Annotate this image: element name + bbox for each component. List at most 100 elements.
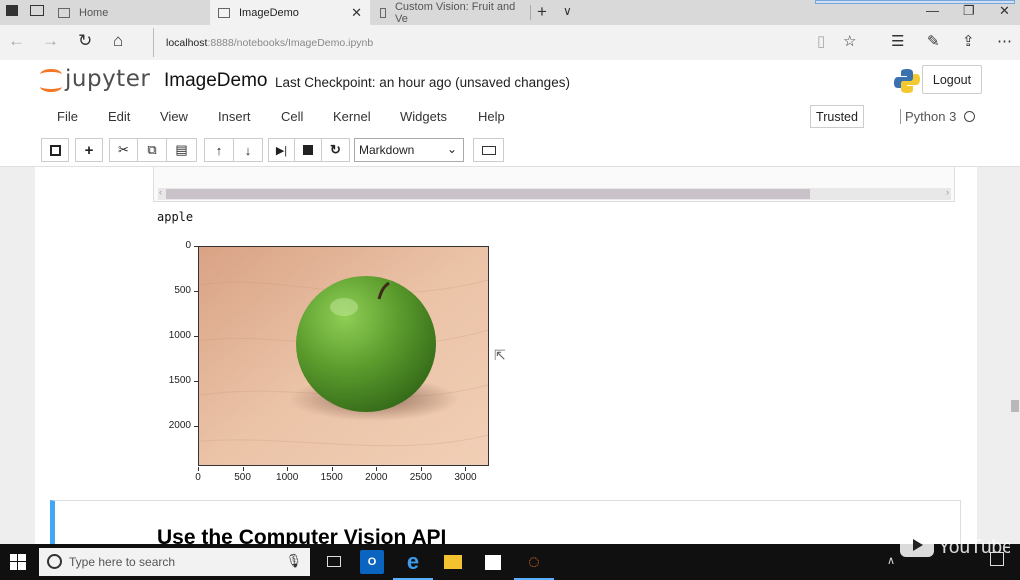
copy-icon: ⧉	[147, 142, 157, 157]
scrollbar-thumb[interactable]	[1011, 400, 1019, 412]
jupyter-logo[interactable]: jupyter	[40, 66, 150, 92]
reading-view-icon[interactable]: ▯	[817, 32, 825, 50]
move-up-button[interactable]: ↑	[204, 138, 234, 162]
task-view-icon[interactable]	[322, 550, 346, 574]
url-host: localhost	[166, 36, 208, 49]
x-tick-label: 0	[195, 472, 201, 483]
move-down-button[interactable]: ↓	[233, 138, 263, 162]
minimize-icon[interactable]: —	[926, 3, 939, 18]
jupyter-taskbar-icon[interactable]: ◌	[514, 550, 554, 580]
y-tick	[194, 380, 198, 382]
forward-arrow-icon[interactable]: →	[42, 31, 59, 51]
tab-preview-chevron-icon[interactable]: ∨	[563, 4, 572, 18]
page-icon	[380, 7, 386, 18]
menu-insert[interactable]: Insert	[218, 109, 251, 124]
scrollbar-thumb[interactable]	[166, 189, 810, 199]
checkpoint-status: Last Checkpoint: an hour ago (unsaved ch…	[275, 75, 570, 90]
set-aside-tabs-icon[interactable]	[30, 5, 44, 16]
tab-label: Home	[79, 6, 109, 19]
y-tick-label: 1000	[168, 329, 191, 341]
close-window-icon[interactable]: ✕	[999, 3, 1010, 19]
logout-button[interactable]: Logout	[922, 65, 982, 94]
keyboard-icon	[481, 145, 496, 155]
scissors-icon: ✂	[118, 142, 129, 157]
plot-area	[198, 246, 489, 466]
web-note-icon[interactable]: ✎	[927, 32, 940, 50]
x-tick-label: 3000	[454, 472, 477, 483]
vertical-scrollbar[interactable]	[1008, 167, 1020, 544]
run-button[interactable]: ▶|	[268, 138, 295, 162]
search-placeholder: Type here to search	[69, 555, 176, 569]
paste-icon: ▤	[175, 142, 188, 157]
insert-cell-button[interactable]: +	[75, 138, 103, 162]
microphone-icon[interactable]: 🎙	[285, 553, 302, 569]
save-button[interactable]	[41, 138, 69, 162]
kernel-status-icon	[964, 111, 975, 122]
jupyter-header: jupyter ImageDemo Last Checkpoint: an ho…	[0, 60, 1020, 101]
favorite-star-icon[interactable]: ☆	[843, 32, 856, 50]
new-tab-icon[interactable]: +	[537, 2, 547, 22]
notebook-name[interactable]: ImageDemo	[164, 70, 268, 92]
arrow-down-icon: ↓	[244, 142, 252, 158]
menu-help[interactable]: Help	[478, 109, 505, 124]
home-icon[interactable]: ⌂	[113, 31, 123, 51]
x-tick	[331, 467, 333, 471]
scroll-right-icon[interactable]: ›	[946, 187, 949, 197]
restart-button[interactable]: ↻	[321, 138, 350, 162]
tab-custom-vision[interactable]: Custom Vision: Fruit and Ve	[372, 0, 530, 25]
store-icon[interactable]	[481, 550, 505, 574]
copy-button[interactable]: ⧉	[137, 138, 167, 162]
back-arrow-icon[interactable]: ←	[8, 31, 25, 51]
page-icon	[58, 7, 70, 18]
scroll-left-icon[interactable]: ‹	[159, 187, 162, 197]
x-tick-label: 2500	[409, 472, 432, 483]
x-tick	[287, 467, 289, 471]
menu-edit[interactable]: Edit	[108, 109, 130, 124]
more-icon[interactable]: ⋯	[997, 32, 1012, 50]
windows-start-icon[interactable]	[10, 554, 26, 570]
outlook-icon[interactable]: O	[360, 550, 384, 574]
kernel-name: Python 3	[900, 109, 956, 124]
share-icon[interactable]: ⇪	[962, 32, 975, 50]
restore-icon[interactable]: ❐	[963, 3, 975, 19]
tab-actions-icon[interactable]	[6, 5, 18, 16]
paste-button[interactable]: ▤	[166, 138, 197, 162]
restart-icon: ↻	[330, 142, 341, 157]
notification-icon[interactable]	[990, 552, 1004, 566]
tab-imagedemo[interactable]: ImageDemo ✕	[210, 0, 370, 25]
refresh-icon[interactable]: ↻	[78, 31, 92, 51]
hub-icon[interactable]: ☰	[891, 32, 904, 50]
close-tab-icon[interactable]: ✕	[351, 5, 362, 21]
cortana-icon	[47, 554, 62, 569]
edge-icon[interactable]: e	[393, 549, 433, 580]
markdown-cell[interactable]: Use the Computer Vision API	[50, 500, 961, 550]
x-tick-label: 1000	[276, 472, 299, 483]
interrupt-button[interactable]	[294, 138, 322, 162]
apple-image	[199, 247, 488, 465]
menu-kernel[interactable]: Kernel	[333, 109, 371, 124]
command-palette-button[interactable]	[473, 138, 504, 162]
step-forward-icon: ▶|	[275, 144, 288, 157]
x-tick	[420, 467, 422, 471]
taskbar-search-box[interactable]: Type here to search 🎙	[39, 548, 310, 576]
horizontal-scrollbar[interactable]: ‹ ›	[158, 187, 951, 200]
show-hidden-icons-chevron-icon[interactable]: ∧	[887, 554, 895, 567]
plus-icon: +	[84, 141, 94, 159]
jupyter-menu-bar: File Edit View Insert Cell Kernel Widget…	[0, 101, 1020, 133]
x-tick	[242, 467, 244, 471]
x-tick-label: 1500	[320, 472, 343, 483]
y-tick-label: 2000	[168, 419, 191, 431]
tab-home[interactable]: Home	[50, 0, 210, 25]
url-field[interactable]: localhost:8888/notebooks/ImageDemo.ipynb	[153, 28, 793, 57]
notebook-scroll-area[interactable]: ‹ › apple 0 500 1000 1500 2000 0 500 100…	[0, 167, 1020, 550]
trusted-indicator[interactable]: Trusted	[810, 105, 864, 128]
menu-file[interactable]: File	[57, 109, 78, 124]
file-explorer-icon[interactable]	[441, 550, 465, 574]
y-tick	[194, 335, 198, 337]
y-tick-label: 1500	[168, 374, 191, 386]
menu-cell[interactable]: Cell	[281, 109, 303, 124]
menu-widgets[interactable]: Widgets	[400, 109, 447, 124]
cell-type-select[interactable]: Markdown ⌄	[354, 138, 464, 162]
cut-button[interactable]: ✂	[109, 138, 138, 162]
menu-view[interactable]: View	[160, 109, 188, 124]
